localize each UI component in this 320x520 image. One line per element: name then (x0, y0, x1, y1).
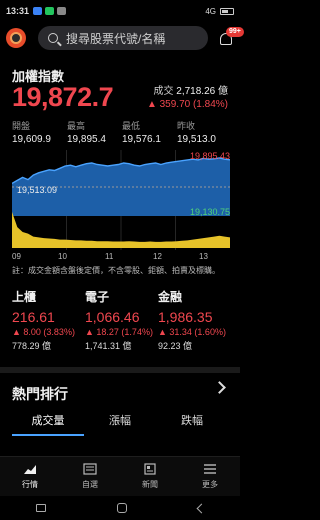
system-nav-bar (0, 496, 240, 520)
ohlc-label: 昨收 (177, 121, 196, 131)
notification-icons (33, 7, 67, 15)
x-tick: 13 (199, 252, 208, 261)
footnote: 註：成交金額含盤後定價，不含零股、鉅額、拍賣及標購。 (12, 266, 220, 275)
sector-amount: 92.23 億 (158, 341, 193, 351)
sector-name: 金融 (158, 290, 183, 304)
home-icon[interactable] (116, 503, 127, 513)
nav-market[interactable]: 行情 (0, 457, 60, 496)
ohlc-value: 19,895.4 (67, 134, 106, 145)
nav-news[interactable]: 新聞 (120, 457, 180, 496)
chart-svg (12, 150, 230, 250)
tab-gainers[interactable]: 漲幅 (84, 412, 156, 436)
ohlc-value: 19,576.1 (122, 134, 161, 145)
nav-label: 更多 (202, 480, 218, 489)
tab-losers[interactable]: 跌幅 (156, 412, 228, 436)
status-bar: 13:31 4G (0, 0, 240, 22)
news-icon (144, 463, 156, 475)
ohlc-low: 最低 19,576.1 (122, 119, 177, 145)
battery-icon (220, 7, 234, 15)
app-icon (33, 7, 43, 15)
chart-icon (24, 465, 36, 474)
nav-label: 行情 (22, 480, 38, 489)
search-placeholder: 搜尋股票代號/名稱 (66, 31, 166, 46)
chart-high-label: 19,895.43 (189, 151, 230, 161)
sector-name: 電子 (85, 290, 110, 304)
hot-ranking-title: 熱門排行 (12, 386, 68, 402)
menu-icon (204, 464, 216, 474)
back-icon[interactable] (196, 503, 206, 513)
sector-change: ▲ 18.27 (1.74%) (85, 327, 153, 337)
sector-summary: 上櫃 216.61 ▲ 8.00 (3.83%) 778.29 億 電子 1,0… (12, 288, 232, 352)
ohlc-prev-close: 昨收 19,513.0 (177, 119, 232, 145)
sector-name: 上櫃 (12, 290, 37, 304)
nav-label: 新聞 (142, 480, 158, 489)
ohlc-value: 19,609.9 (12, 134, 51, 145)
ohlc-label: 最高 (67, 121, 86, 131)
ohlc-label: 最低 (122, 121, 141, 131)
sector-price: 216.61 (12, 309, 55, 325)
chevron-right-icon[interactable] (213, 381, 226, 394)
x-tick: 11 (105, 252, 114, 261)
x-tick: 12 (153, 252, 162, 261)
volume-value: 2,718.26 億 (176, 86, 228, 97)
index-value: 19,872.7 (12, 82, 114, 112)
ranking-tabs: 成交量 漲幅 跌幅 (12, 412, 228, 436)
ohlc-value: 19,513.0 (177, 134, 216, 145)
avatar[interactable] (6, 28, 26, 48)
network-label: 4G (205, 6, 216, 16)
bottom-nav: 行情 自選 新聞 更多 (0, 456, 240, 496)
chart-low-label: 19,130.75 (189, 207, 230, 217)
recent-apps-icon[interactable] (35, 504, 46, 512)
search-input[interactable]: 搜尋股票代號/名稱 (38, 26, 208, 50)
search-icon (48, 33, 58, 43)
ohlc-label: 開盤 (12, 121, 31, 131)
clock: 13:31 (6, 6, 30, 16)
sector-price: 1,986.35 (158, 309, 213, 325)
intraday-chart[interactable]: 19,895.43 19,513.09 19,130.75 (12, 150, 230, 250)
sector-electronics[interactable]: 電子 1,066.46 ▲ 18.27 (1.74%) 1,741.31 億 (85, 288, 158, 352)
ohlc-high: 最高 19,895.4 (67, 119, 122, 145)
sector-change: ▲ 31.34 (1.60%) (158, 327, 226, 337)
volume: 成交 2,718.26 億 (154, 82, 229, 97)
nav-label: 自選 (82, 480, 98, 489)
list-icon (83, 463, 97, 475)
sector-finance[interactable]: 金融 1,986.35 ▲ 31.34 (1.60%) 92.23 億 (158, 288, 231, 352)
x-tick: 10 (58, 252, 67, 261)
ohlc-open: 開盤 19,609.9 (12, 119, 67, 145)
section-divider (0, 367, 240, 373)
index-change: ▲ 359.70 (1.84%) (146, 99, 228, 110)
sector-amount: 1,741.31 億 (85, 341, 132, 351)
ohlc-row: 開盤 19,609.9 最高 19,895.4 最低 19,576.1 昨收 1… (12, 119, 232, 145)
volume-label: 成交 (153, 86, 174, 97)
sector-change: ▲ 8.00 (3.83%) (12, 327, 75, 337)
top-bar: 搜尋股票代號/名稱 99+ (0, 24, 244, 52)
notification-badge: 99+ (226, 27, 244, 37)
sector-price: 1,066.46 (85, 309, 140, 325)
mail-icon (57, 7, 67, 15)
bell-icon[interactable]: 99+ (218, 27, 244, 47)
phone-icon (45, 7, 55, 15)
chart-prev-close-label: 19,513.09 (17, 185, 58, 195)
x-tick: 09 (12, 252, 21, 261)
nav-more[interactable]: 更多 (180, 457, 240, 496)
nav-watchlist[interactable]: 自選 (60, 457, 120, 496)
sector-otc[interactable]: 上櫃 216.61 ▲ 8.00 (3.83%) 778.29 億 (12, 288, 85, 352)
sector-amount: 778.29 億 (12, 341, 52, 351)
tab-volume[interactable]: 成交量 (12, 412, 84, 436)
